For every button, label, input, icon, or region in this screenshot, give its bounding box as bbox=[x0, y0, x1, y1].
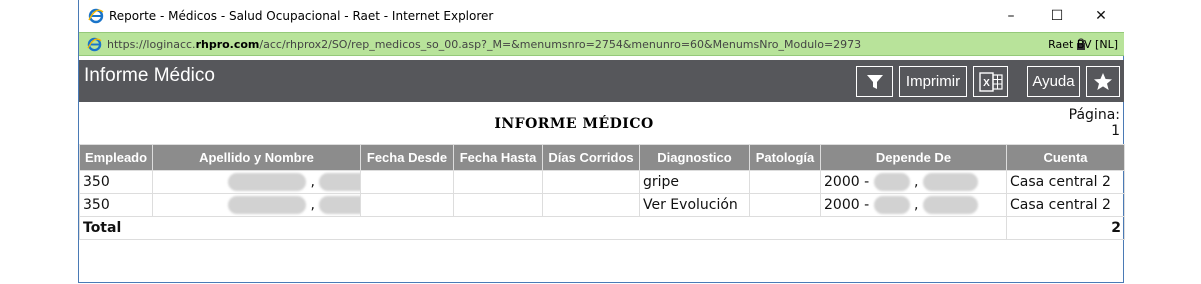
cell-cuenta: Casa central 2 bbox=[1006, 170, 1125, 194]
filter-icon bbox=[866, 74, 883, 89]
page-number: 1 bbox=[1111, 123, 1120, 139]
excel-export-button[interactable]: X bbox=[973, 66, 1008, 97]
col-fecha-hasta: Fecha Hasta bbox=[453, 144, 543, 171]
name-separator: , bbox=[310, 197, 315, 213]
favorite-button[interactable] bbox=[1086, 66, 1120, 97]
cell-fecha-hasta bbox=[453, 170, 543, 194]
window-title: Reporte - Médicos - Salud Ocupacional - … bbox=[109, 9, 494, 23]
depende-separator: , bbox=[914, 197, 919, 213]
total-value: 2 bbox=[1006, 216, 1125, 240]
excel-icon: X bbox=[978, 71, 1003, 92]
col-apellido-nombre: Apellido y Nombre bbox=[152, 144, 361, 171]
report-title: INFORME MÉDICO bbox=[494, 116, 654, 132]
cell-depende-de: 2000 - , bbox=[820, 193, 1007, 217]
help-button[interactable]: Ayuda bbox=[1027, 66, 1080, 97]
cell-apellido-nombre: , bbox=[152, 170, 361, 194]
cell-fecha-desde bbox=[360, 193, 454, 217]
cell-depende-de: 2000 - , bbox=[820, 170, 1007, 194]
cell-patologia bbox=[749, 193, 821, 217]
total-label: Total bbox=[79, 216, 1007, 240]
cell-dias-corridos bbox=[542, 193, 640, 217]
redacted-given-name bbox=[319, 196, 360, 214]
cell-diagnostico: gripe bbox=[639, 170, 750, 194]
url-path: /acc/rhprox2/SO/rep_medicos_so_00.asp?_M… bbox=[259, 38, 862, 51]
redacted-depende-name bbox=[922, 173, 978, 191]
report-table: Empleado Apellido y Nombre Fecha Desde F… bbox=[79, 144, 1125, 240]
cell-fecha-hasta bbox=[453, 193, 543, 217]
col-dias-corridos: Días Corridos bbox=[542, 144, 640, 171]
certificate-label[interactable]: Raet BV [NL] bbox=[1048, 38, 1118, 51]
table-row: 350 , Ver Evolución 2000 - , Casa centra… bbox=[79, 193, 1125, 217]
maximize-button[interactable]: ☐ bbox=[1034, 0, 1080, 32]
redacted-depende-surname bbox=[873, 196, 910, 214]
filter-button[interactable] bbox=[856, 66, 893, 97]
table-header-row: Empleado Apellido y Nombre Fecha Desde F… bbox=[79, 144, 1125, 171]
internet-explorer-icon bbox=[88, 8, 104, 24]
col-depende-de: Depende De bbox=[820, 144, 1007, 171]
cell-diagnostico: Ver Evolución bbox=[639, 193, 750, 217]
cell-patologia bbox=[749, 170, 821, 194]
depende-separator: , bbox=[914, 174, 919, 190]
cell-cuenta: Casa central 2 bbox=[1006, 193, 1125, 217]
redacted-surname bbox=[228, 196, 306, 214]
redacted-depende-name bbox=[922, 196, 978, 214]
name-separator: , bbox=[310, 174, 315, 190]
print-button[interactable]: Imprimir bbox=[899, 66, 967, 97]
site-icon bbox=[87, 37, 102, 52]
redacted-given-name bbox=[319, 173, 360, 191]
star-icon bbox=[1094, 72, 1112, 90]
browser-window: Reporte - Médicos - Salud Ocupacional - … bbox=[78, 0, 1125, 283]
cell-empleado: 350 bbox=[79, 193, 153, 217]
url-prefix: https://loginacc. bbox=[107, 38, 196, 51]
cell-fecha-desde bbox=[360, 170, 454, 194]
page-title: Informe Médico bbox=[84, 65, 215, 86]
total-row: Total 2 bbox=[79, 216, 1125, 240]
depende-code: 2000 - bbox=[824, 174, 870, 190]
page-label: Página: bbox=[1068, 107, 1120, 123]
page-header: Informe Médico Imprimir X Ayuda bbox=[79, 60, 1124, 102]
depende-code: 2000 - bbox=[824, 197, 870, 213]
title-bar: Reporte - Médicos - Salud Ocupacional - … bbox=[79, 0, 1124, 32]
page-indicator: Página: 1 bbox=[1069, 107, 1120, 139]
col-fecha-desde: Fecha Desde bbox=[360, 144, 454, 171]
col-cuenta: Cuenta bbox=[1006, 144, 1125, 171]
close-button[interactable]: ✕ bbox=[1078, 0, 1124, 32]
cell-empleado: 350 bbox=[79, 170, 153, 194]
redacted-surname bbox=[228, 173, 306, 191]
col-empleado: Empleado bbox=[79, 144, 153, 171]
table-row: 350 , gripe 2000 - , Casa central 2 bbox=[79, 170, 1125, 194]
url-text[interactable]: https://loginacc.rhpro.com/acc/rhprox2/S… bbox=[107, 38, 861, 51]
col-patologia: Patología bbox=[749, 144, 821, 171]
url-domain: rhpro.com bbox=[195, 38, 260, 51]
cell-apellido-nombre: , bbox=[152, 193, 361, 217]
col-diagnostico: Diagnostico bbox=[639, 144, 750, 171]
cell-dias-corridos bbox=[542, 170, 640, 194]
address-bar[interactable]: https://loginacc.rhpro.com/acc/rhprox2/S… bbox=[79, 32, 1124, 56]
minimize-button[interactable]: – bbox=[988, 0, 1034, 32]
redacted-depende-surname bbox=[873, 173, 910, 191]
svg-text:X: X bbox=[983, 78, 990, 89]
